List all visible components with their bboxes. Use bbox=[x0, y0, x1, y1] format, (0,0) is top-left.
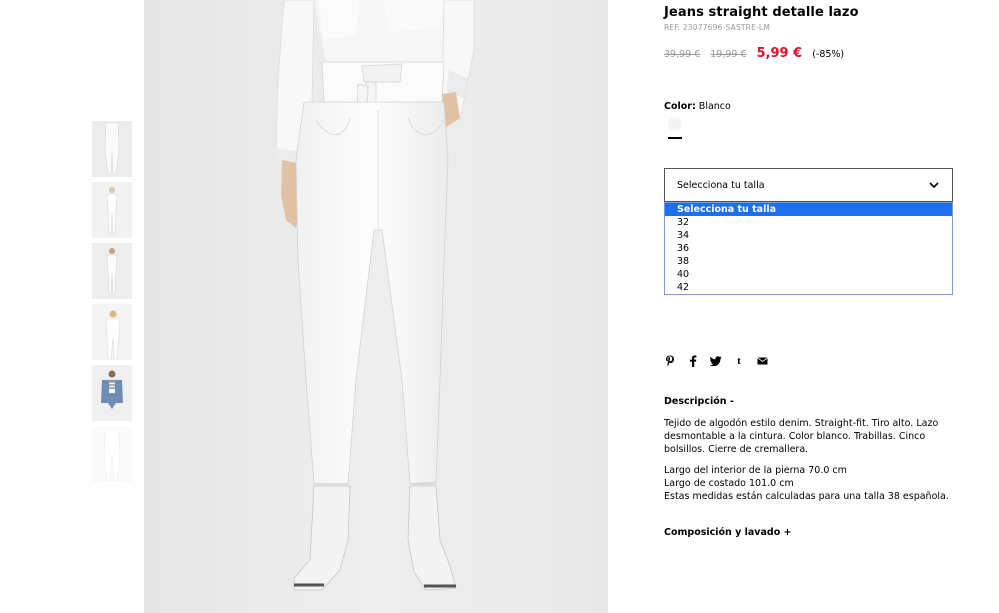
size-option-32[interactable]: 32 bbox=[665, 216, 952, 229]
size-dropdown-list: Selecciona tu talla 32 34 36 38 40 42 bbox=[664, 202, 953, 295]
current-price: 5,99 € bbox=[756, 46, 803, 61]
measure-outseam: Largo de costado 101.0 cm bbox=[664, 478, 794, 489]
thumbnail-4[interactable] bbox=[92, 304, 132, 360]
size-select-value: Selecciona tu talla bbox=[677, 180, 765, 191]
pinterest-icon[interactable] bbox=[664, 354, 676, 368]
thumbnail-6[interactable] bbox=[92, 426, 132, 482]
product-title: Jeans straight detalle lazo bbox=[664, 5, 859, 20]
thumbnail-5[interactable] bbox=[92, 365, 132, 421]
measures-list: Largo del interior de la pierna 70.0 cm … bbox=[664, 464, 954, 503]
color-label-row: Color: Blanco bbox=[664, 101, 731, 112]
facebook-icon[interactable] bbox=[687, 354, 699, 368]
original-price: 39,99 € bbox=[664, 49, 701, 60]
color-label: Color: bbox=[664, 101, 696, 112]
discount-badge: (-85%) bbox=[812, 49, 845, 60]
price-row: 39,99 € 19,99 € 5,99 € (-85%) bbox=[664, 46, 844, 61]
thumbnail-list bbox=[92, 121, 132, 487]
previous-price: 19,99 € bbox=[710, 49, 747, 60]
measure-inseam: Largo del interior de la pierna 70.0 cm bbox=[664, 465, 847, 476]
thumbnail-2[interactable] bbox=[92, 182, 132, 238]
size-select[interactable]: Selecciona tu talla bbox=[664, 168, 953, 202]
size-option-34[interactable]: 34 bbox=[665, 229, 952, 242]
email-icon[interactable] bbox=[756, 354, 768, 368]
size-option-42[interactable]: 42 bbox=[665, 281, 952, 294]
measure-note: Estas medidas están calculadas para una … bbox=[664, 491, 949, 502]
tumblr-icon[interactable]: t bbox=[733, 354, 745, 368]
chevron-down-icon bbox=[929, 182, 939, 189]
size-option-40[interactable]: 40 bbox=[665, 268, 952, 281]
composition-toggle[interactable]: Composición y lavado + bbox=[664, 527, 792, 538]
product-ref: REF. 23077696-SASTRE-LM bbox=[664, 23, 770, 32]
selected-swatch-indicator bbox=[668, 137, 682, 139]
thumbnail-3[interactable] bbox=[92, 243, 132, 299]
description-text: Tejido de algodón estilo denim. Straight… bbox=[664, 418, 939, 455]
product-main-image[interactable] bbox=[144, 0, 608, 613]
share-bar: t bbox=[664, 354, 768, 368]
description-toggle[interactable]: Descripción - bbox=[664, 396, 734, 407]
color-swatch-blanco[interactable] bbox=[668, 117, 682, 131]
size-option-placeholder[interactable]: Selecciona tu talla bbox=[665, 203, 952, 216]
size-option-38[interactable]: 38 bbox=[665, 255, 952, 268]
thumbnail-1[interactable] bbox=[92, 121, 132, 177]
color-value: Blanco bbox=[698, 101, 731, 112]
size-option-36[interactable]: 36 bbox=[665, 242, 952, 255]
description-body: Tejido de algodón estilo denim. Straight… bbox=[664, 417, 954, 503]
twitter-icon[interactable] bbox=[710, 354, 722, 368]
